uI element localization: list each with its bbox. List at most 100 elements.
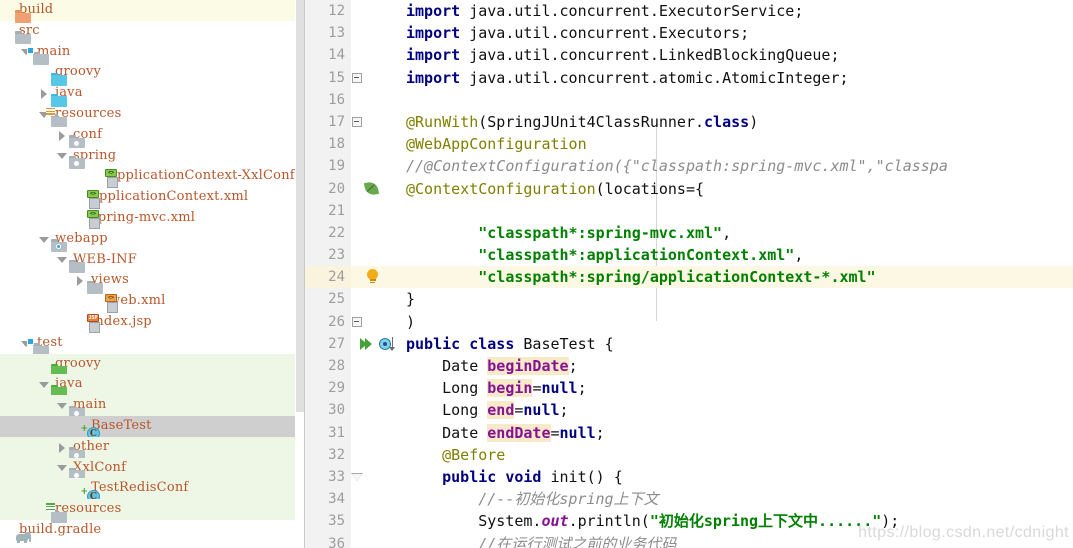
code-text[interactable]: Date endDate=null;: [401, 422, 1073, 444]
editor-line[interactable]: 12 import java.util.concurrent.ExecutorSe…: [305, 0, 1073, 23]
line-number[interactable]: 36: [305, 532, 351, 548]
tree-scrollbar-thumb[interactable]: [296, 0, 304, 412]
tree-item-other[interactable]: other: [0, 436, 305, 458]
tree-item-basetest[interactable]: C + BaseTest: [0, 415, 305, 441]
code-text[interactable]: public void init() {: [401, 466, 1073, 488]
editor-lines[interactable]: 12 import java.util.concurrent.ExecutorSe…: [305, 0, 1073, 548]
editor-line[interactable]: 14 import java.util.concurrent.LinkedBloc…: [305, 44, 1073, 67]
code-text[interactable]: ): [401, 311, 1073, 333]
gutter-markers[interactable]: [351, 532, 401, 548]
line-number[interactable]: 29: [305, 377, 351, 400]
chevron-right-icon[interactable]: [74, 275, 85, 287]
line-number[interactable]: 22: [305, 221, 351, 245]
tree-item-xxlconf[interactable]: XxlConf: [0, 457, 305, 479]
tree-item-resources[interactable]: resources: [0, 104, 305, 125]
gutter-markers[interactable]: [351, 110, 401, 134]
line-number[interactable]: 15: [305, 66, 351, 89]
fold-collapse-icon[interactable]: [350, 472, 363, 481]
gutter-markers[interactable]: [351, 399, 401, 422]
code-text[interactable]: import java.util.concurrent.atomic.Atomi…: [401, 67, 1073, 89]
tree-item-conf[interactable]: conf: [0, 125, 305, 146]
tree-item-test[interactable]: test: [0, 333, 305, 354]
editor-line[interactable]: 29 Long begin=null;: [305, 377, 1073, 400]
code-text[interactable]: }: [401, 288, 1073, 310]
editor-line[interactable]: 27 public class BaseTest {: [305, 332, 1073, 355]
tree-item-applicationcontext-xxlconf[interactable]: <> applicationContext-XxlConf.:: [0, 166, 305, 188]
code-text[interactable]: Date beginDate;: [401, 355, 1073, 377]
chevron-down-icon[interactable]: [56, 150, 67, 161]
chevron-right-icon[interactable]: [56, 442, 67, 453]
line-number[interactable]: 34: [305, 488, 351, 511]
gutter-markers[interactable]: [351, 488, 401, 511]
gutter-markers[interactable]: [351, 155, 401, 178]
line-number[interactable]: 13: [305, 22, 351, 45]
tree-item-webapp[interactable]: webapp: [0, 229, 305, 250]
code-text[interactable]: "classpath*:spring/applicationContext-*.…: [401, 266, 1073, 288]
code-text[interactable]: @Before: [401, 444, 1073, 466]
gutter-markers[interactable]: [351, 310, 401, 333]
tree-item-main[interactable]: main: [0, 42, 305, 63]
tree-item-testredisconf[interactable]: C + TestRedisConf: [0, 478, 305, 503]
editor-line[interactable]: 22 "classpath*:spring-mvc.xml",: [305, 221, 1073, 245]
line-number[interactable]: 27: [305, 332, 351, 355]
editor-line[interactable]: 20 @ContextConfiguration(locations={: [305, 177, 1073, 200]
code-text[interactable]: "classpath*:spring-mvc.xml",: [401, 222, 1073, 244]
gutter-markers[interactable]: [351, 199, 401, 222]
tree-item-resources[interactable]: resources: [0, 499, 305, 520]
editor-line[interactable]: 33 public void init() {: [305, 465, 1073, 489]
gutter-markers[interactable]: [351, 88, 401, 111]
code-text[interactable]: "classpath*:applicationContext.xml",: [401, 244, 1073, 266]
editor-line[interactable]: 16: [305, 88, 1073, 111]
gutter-markers[interactable]: [351, 221, 401, 245]
editor-line[interactable]: 17 @RunWith(SpringJUnit4ClassRunner.class…: [305, 110, 1073, 134]
line-number[interactable]: 33: [305, 465, 351, 489]
chevron-down-icon[interactable]: [38, 234, 49, 245]
line-number[interactable]: 20: [305, 177, 351, 200]
tree-item-groovy[interactable]: groovy: [0, 62, 305, 83]
subclass-marker-icon[interactable]: [379, 336, 397, 352]
line-number[interactable]: 23: [305, 244, 351, 267]
tree-item-web-inf[interactable]: WEB-INF: [0, 250, 305, 271]
code-text[interactable]: import java.util.concurrent.Executors;: [401, 22, 1073, 44]
chevron-down-icon[interactable]: [56, 254, 67, 265]
code-text[interactable]: @RunWith(SpringJUnit4ClassRunner.class): [401, 111, 1073, 133]
line-number[interactable]: 31: [305, 421, 351, 444]
code-text[interactable]: //@ContextConfiguration({"classpath:spri…: [401, 155, 1073, 177]
line-number[interactable]: 18: [305, 133, 351, 156]
project-tree-panel[interactable]: build src main groovy java resources conf sprin…: [0, 0, 305, 548]
code-text[interactable]: [401, 89, 1073, 111]
line-number[interactable]: 35: [305, 510, 351, 533]
tree-item-build[interactable]: build: [0, 0, 305, 21]
chevron-down-icon[interactable]: [38, 379, 49, 390]
gutter-markers[interactable]: [351, 377, 401, 400]
editor-line[interactable]: 31 Date endDate=null;: [305, 421, 1073, 444]
gutter-markers[interactable]: [350, 465, 401, 489]
editor-line[interactable]: 28 Date beginDate;: [305, 355, 1073, 378]
gutter-markers[interactable]: [351, 66, 401, 89]
gutter-markers[interactable]: [351, 355, 401, 378]
line-number[interactable]: 17: [305, 110, 351, 134]
editor-line[interactable]: 30 Long end=null;: [305, 399, 1073, 422]
tree-item-views[interactable]: views: [0, 270, 305, 291]
intention-bulb-icon[interactable]: [367, 269, 378, 285]
tree-item-spring-mvc-xml[interactable]: <> spring-mvc.xml: [0, 208, 305, 230]
editor-line[interactable]: 34 //--初始化spring上下文: [305, 488, 1073, 511]
spring-bean-leaf-icon[interactable]: [363, 180, 380, 196]
gutter-markers[interactable]: [351, 332, 401, 355]
editor-line[interactable]: 21: [305, 199, 1073, 222]
fold-collapse-icon[interactable]: [351, 316, 362, 327]
code-text[interactable]: System.out.println("初始化spring上下文中......"…: [401, 510, 1073, 532]
tree-item-java[interactable]: java: [0, 83, 305, 104]
editor-line[interactable]: 24 "classpath*:spring/applicationContext…: [305, 266, 1073, 289]
code-text[interactable]: import java.util.concurrent.ExecutorServ…: [401, 0, 1073, 22]
line-number[interactable]: 26: [305, 310, 351, 333]
gutter-markers[interactable]: [351, 244, 401, 267]
editor-line[interactable]: 18 @WebAppConfiguration: [305, 133, 1073, 156]
gutter-markers[interactable]: [351, 266, 401, 289]
editor-line[interactable]: 13 import java.util.concurrent.Executors;: [305, 22, 1073, 45]
editor-line[interactable]: 26): [305, 310, 1073, 333]
fold-collapse-icon[interactable]: [351, 116, 362, 127]
tree-item-web-xml[interactable]: <> web.xml: [0, 291, 305, 313]
line-number[interactable]: 19: [305, 155, 351, 178]
tree-item-src[interactable]: src: [0, 21, 305, 42]
